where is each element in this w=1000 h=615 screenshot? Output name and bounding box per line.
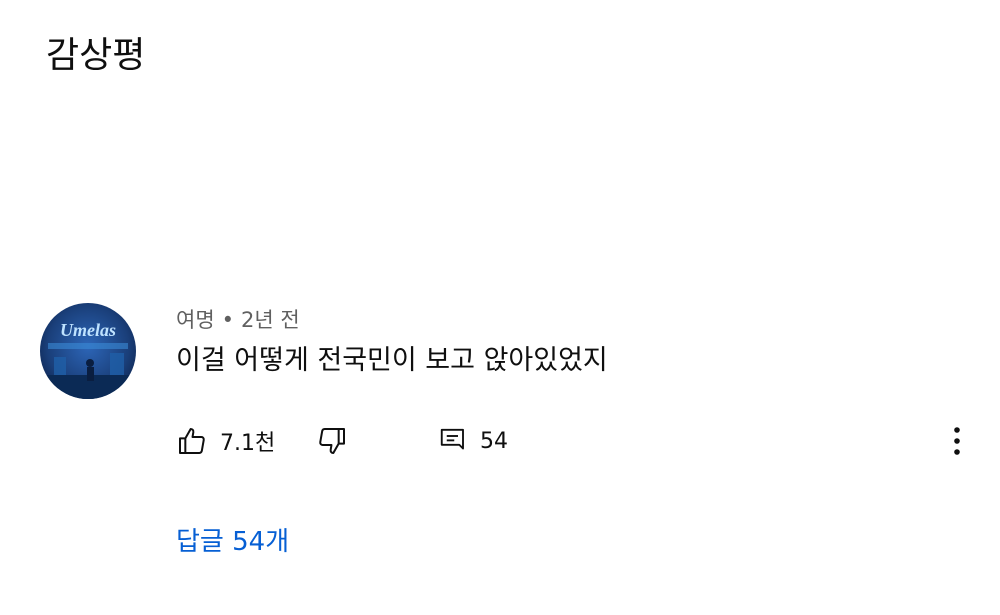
comment-time[interactable]: 2년 전	[241, 308, 300, 332]
avatar-image: Umelas	[40, 303, 136, 399]
comment-meta: 여명 • 2년 전	[176, 305, 300, 335]
thumbs-up-icon	[179, 428, 205, 454]
dislike-button[interactable]	[316, 421, 348, 461]
like-button[interactable]: 7.1천	[176, 421, 275, 461]
more-actions-button[interactable]	[945, 421, 969, 461]
avatar[interactable]: Umelas	[40, 303, 136, 399]
avatar-logo-text: Umelas	[60, 320, 116, 340]
reply-button[interactable]: 54	[438, 421, 508, 461]
author-name[interactable]: 여명	[176, 308, 215, 332]
comment-text: 이걸 어떻게 전국민이 보고 앉아있었지	[176, 345, 608, 376]
meta-separator: •	[221, 308, 235, 332]
view-replies-link[interactable]: 답글 54개	[176, 524, 289, 560]
thumbs-down-icon	[319, 428, 345, 454]
more-vertical-icon	[954, 427, 960, 455]
comment-actions: 7.1천 54	[176, 421, 976, 461]
like-count: 7.1천	[220, 431, 276, 456]
reply-count: 54	[480, 428, 508, 454]
comment-icon	[440, 428, 464, 450]
section-title: 감상평	[46, 35, 146, 76]
